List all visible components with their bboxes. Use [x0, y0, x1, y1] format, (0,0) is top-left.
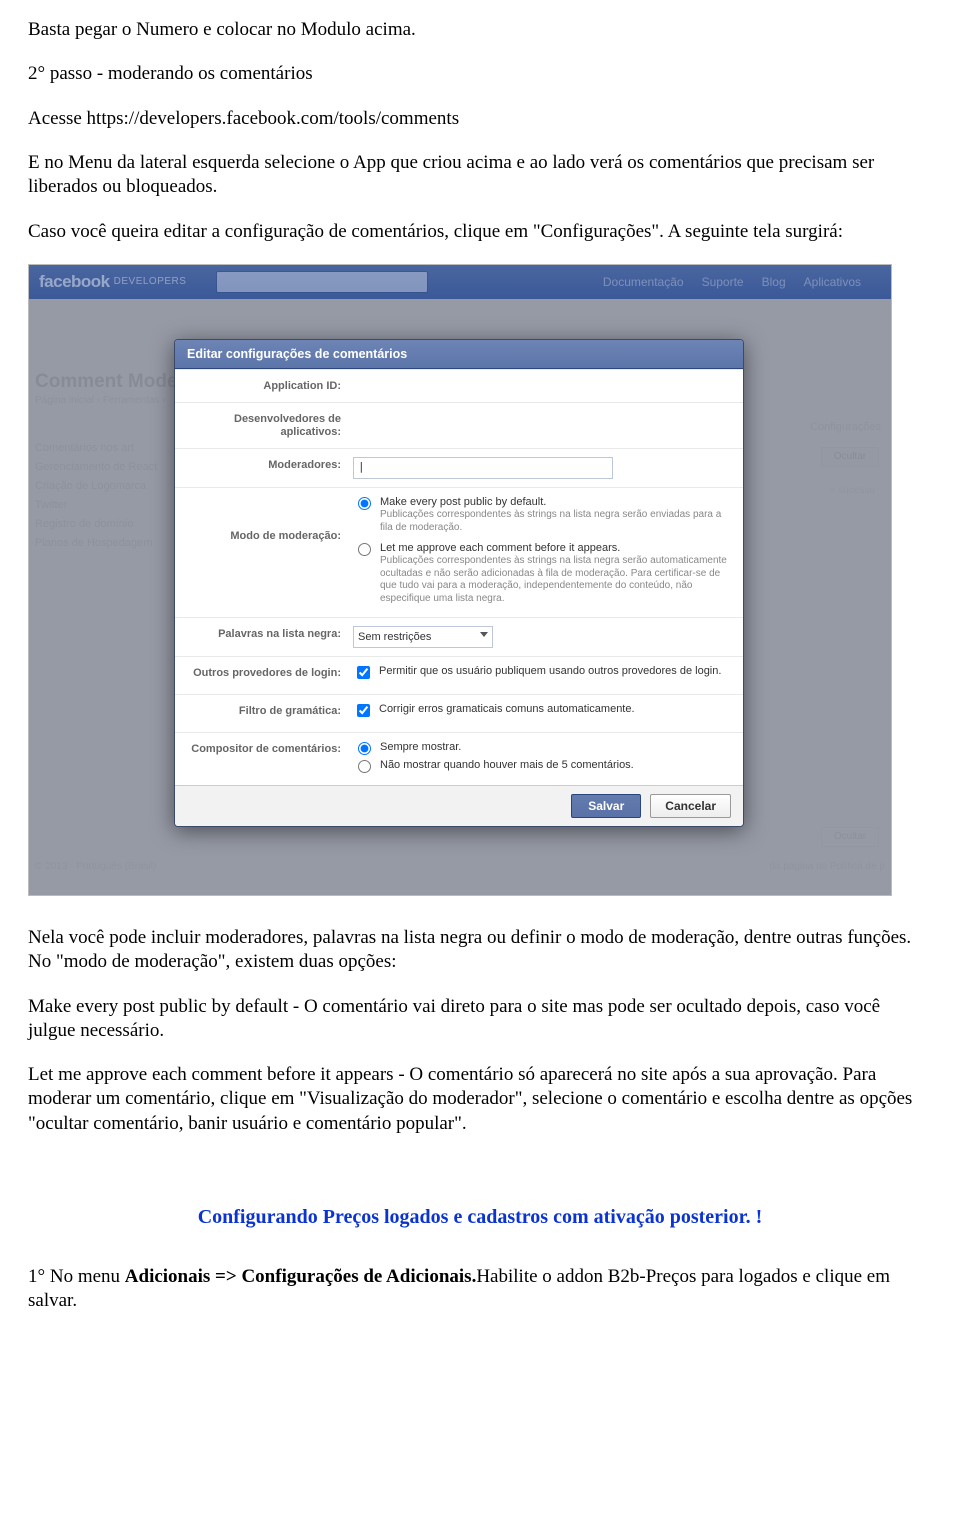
fb-dev-label: DEVELOPERS [114, 276, 187, 287]
label-mods: Moderadores: [175, 457, 353, 479]
modal-title: Editar configurações de comentários [175, 340, 743, 369]
label-composer: Compositor de comentários: [175, 741, 353, 777]
grammar-checkbox[interactable] [357, 704, 370, 717]
fb-topbar: facebook DEVELOPERS Documentação Suporte… [29, 265, 891, 299]
fb-nav-sup[interactable]: Suporte [702, 275, 744, 289]
mode-opt1-desc: Publicações correspondentes às strings n… [380, 509, 727, 534]
mode-opt1-radio[interactable] [358, 497, 371, 510]
label-grammar: Filtro de gramática: [175, 703, 353, 724]
cancel-button[interactable]: Cancelar [650, 794, 731, 818]
label-blacklist: Palavras na lista negra: [175, 626, 353, 648]
para-5: Caso você queira editar a configuração d… [28, 220, 932, 244]
fb-logo: facebook [39, 272, 110, 292]
para-2: 2° passo - moderando os comentários [28, 62, 932, 86]
para-7: Make every post public by default - O co… [28, 995, 932, 1044]
embedded-screenshot: facebook DEVELOPERS Documentação Suporte… [28, 264, 892, 896]
settings-modal: Editar configurações de comentários Appl… [174, 339, 744, 827]
composer-opt1-label: Sempre mostrar. [380, 741, 461, 753]
composer-opt2-radio[interactable] [358, 760, 371, 773]
mode-opt1-label: Make every post public by default. [380, 496, 727, 508]
fb-nav-blog[interactable]: Blog [762, 275, 786, 289]
grammar-opt-label: Corrigir erros gramaticais comuns automa… [379, 703, 635, 715]
para-3: Acesse https://developers.facebook.com/t… [28, 107, 932, 131]
label-devs: Desenvolvedores de aplicativos: [175, 411, 353, 441]
fb-nav-doc[interactable]: Documentação [603, 275, 684, 289]
fb-nav-apps[interactable]: Aplicativos [804, 275, 861, 289]
providers-checkbox[interactable] [357, 666, 370, 679]
modal-footer: Salvar Cancelar [175, 785, 743, 826]
para-9: 1° No menu Adicionais => Configurações d… [28, 1265, 932, 1314]
providers-opt-label: Permitir que os usuário publiquem usando… [379, 665, 721, 677]
para-4: E no Menu da lateral esquerda selecione … [28, 151, 932, 200]
label-providers: Outros provedores de login: [175, 665, 353, 686]
blacklist-select[interactable]: Sem restrições [353, 626, 493, 648]
para-1: Basta pegar o Numero e colocar no Modulo… [28, 18, 932, 42]
section-heading: Configurando Preços logados e cadastros … [28, 1206, 932, 1229]
p9-b: Adicionais => Configurações de Adicionai… [125, 1266, 477, 1287]
value-devs [353, 411, 727, 441]
mode-opt2-desc: Publicações correspondentes às strings n… [380, 555, 727, 605]
chevron-down-icon [480, 632, 488, 637]
composer-opt2-label: Não mostrar quando houver mais de 5 come… [380, 759, 634, 771]
p9-a: 1° No menu [28, 1266, 125, 1287]
mode-opt2-radio[interactable] [358, 543, 371, 556]
moderators-input[interactable]: | [353, 457, 613, 479]
composer-opt1-radio[interactable] [358, 742, 371, 755]
mode-opt2-label: Let me approve each comment before it ap… [380, 542, 727, 554]
label-appid: Application ID: [175, 378, 353, 394]
value-appid [353, 378, 727, 394]
para-8: Let me approve each comment before it ap… [28, 1063, 932, 1136]
fb-search-input[interactable] [216, 271, 428, 293]
blacklist-value: Sem restrições [358, 631, 431, 643]
para-6: Nela você pode incluir moderadores, pala… [28, 926, 932, 975]
modal-overlay: Editar configurações de comentários Appl… [29, 299, 891, 895]
label-mode: Modo de moderação: [175, 496, 353, 609]
fb-nav: Documentação Suporte Blog Aplicativos [603, 275, 861, 289]
save-button[interactable]: Salvar [571, 794, 641, 818]
